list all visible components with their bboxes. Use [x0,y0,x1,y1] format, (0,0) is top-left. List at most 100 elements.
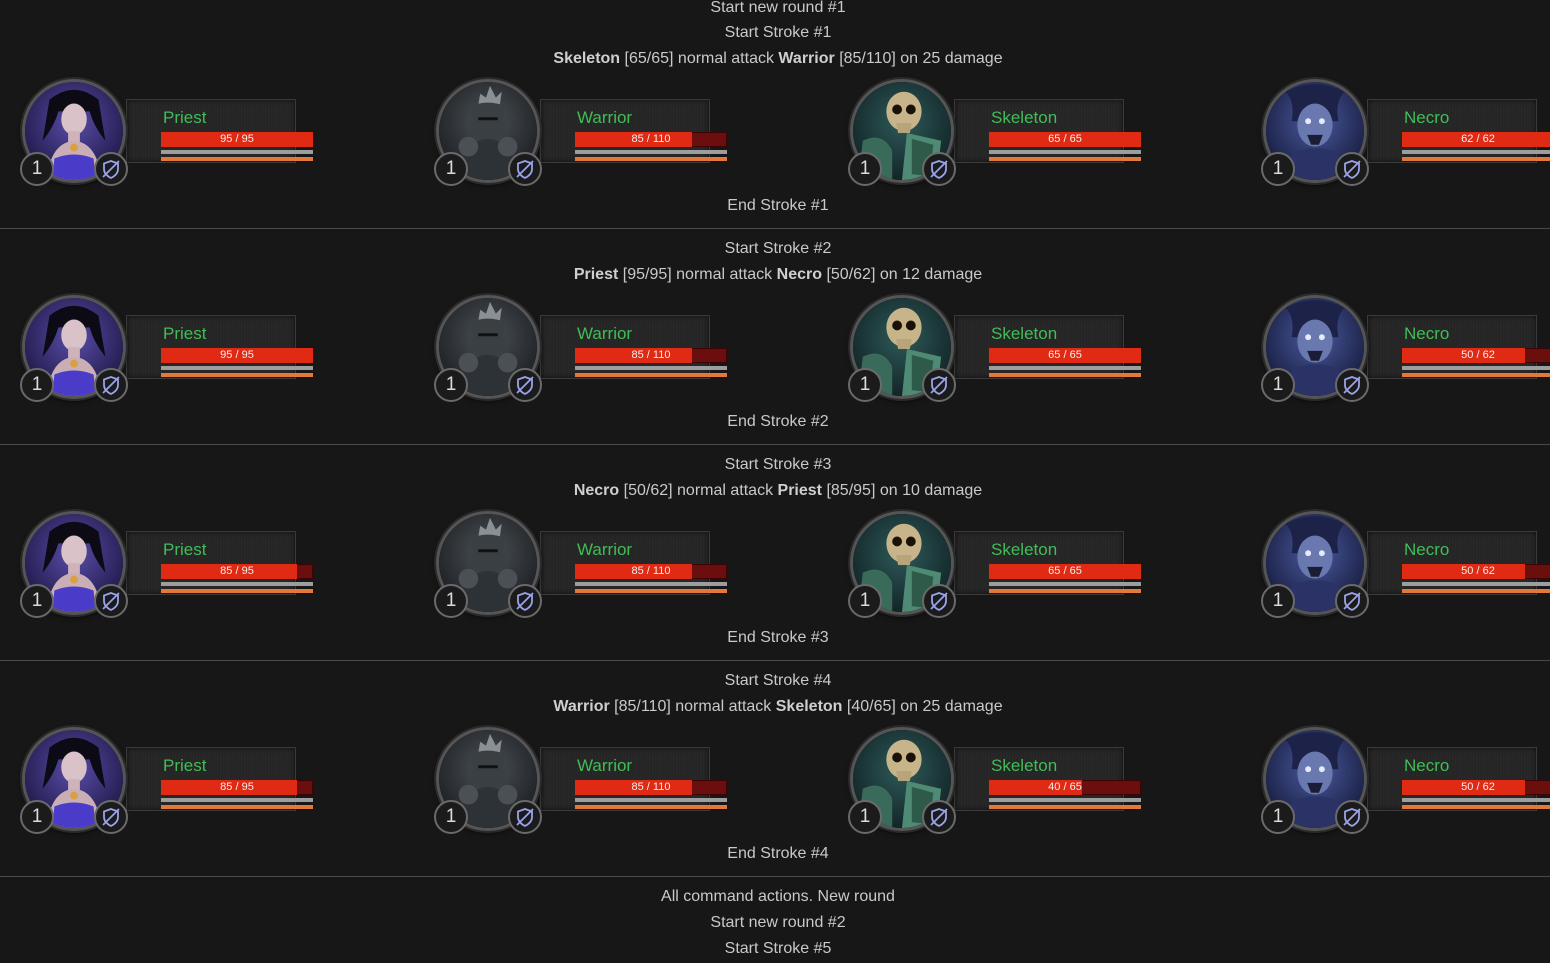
unit-card-priest[interactable]: Priest 95 / 95 1 [20,295,313,405]
mana-bar [989,582,1141,586]
attacker-name: Skeleton [553,50,621,67]
attacker-name: Priest [573,266,619,283]
energy-bar [989,589,1141,593]
unit-card-skeleton[interactable]: Skeleton 65 / 65 1 [848,79,1141,189]
unit-card-necro[interactable]: Necro 50 / 62 1 [1261,295,1550,405]
energy-bar [989,157,1141,161]
stroke-start-line: Start Stroke #4 [724,672,832,689]
separator [0,444,1550,445]
unit-name: Necro [1404,324,1450,343]
hp-text: 85 / 95 [220,781,254,793]
unit-name: Priest [163,108,207,127]
defense-badge[interactable] [922,800,956,834]
energy-bar [989,373,1141,377]
target-name: Warrior [778,50,835,67]
shield-slash-icon [930,808,948,828]
target-name: Priest [777,482,822,499]
stroke-start-line: Start Stroke #3 [724,456,832,473]
shield-slash-icon [102,808,120,828]
unit-info-panel: Skeleton 65 / 65 [954,99,1141,163]
hp-bar: 95 / 95 [161,348,313,363]
unit-card-skeleton[interactable]: Skeleton 65 / 65 1 [848,295,1141,405]
defense-badge[interactable] [508,152,542,186]
defense-badge[interactable] [508,800,542,834]
unit-card-priest[interactable]: Priest 85 / 95 1 [20,511,313,621]
defense-badge[interactable] [1335,800,1369,834]
unit-name: Warrior [577,108,633,127]
shield-slash-icon [516,592,534,612]
stroke-start-line: Start Stroke #2 [724,240,832,257]
defense-badge[interactable] [94,368,128,402]
unit-name: Priest [163,540,207,559]
hp-bar: 62 / 62 [1402,132,1550,147]
mana-bar [161,798,313,802]
defense-badge[interactable] [508,584,542,618]
shield-slash-icon [516,376,534,396]
unit-info-panel: Necro 50 / 62 [1367,315,1550,379]
defense-badge[interactable] [94,152,128,186]
defense-badge[interactable] [922,584,956,618]
mana-bar [989,366,1141,370]
unit-name: Skeleton [991,540,1058,559]
defense-badge[interactable] [922,368,956,402]
hp-bar: 85 / 110 [575,348,727,363]
unit-info-panel: Warrior 85 / 110 [540,531,727,595]
hp-bar: 50 / 62 [1402,564,1550,579]
separator [0,876,1550,877]
attack-line: Priest [95/95] normal attack Necro [50/6… [573,266,983,283]
unit-info-panel: Necro 50 / 62 [1367,747,1550,811]
level-badge: 1 [20,800,54,834]
level-badge: 1 [434,800,468,834]
attacker-name: Warrior [553,698,610,715]
units-row: Priest 85 / 95 1 Warrior 85 / 110 1 Skeleton 40… [0,727,1550,837]
unit-info-panel: Priest 95 / 95 [126,315,313,379]
level-badge: 1 [848,368,882,402]
hp-bar: 85 / 110 [575,780,727,795]
stroke-start-line: Start Stroke #1 [724,24,832,41]
hp-bar: 65 / 65 [989,348,1141,363]
unit-info-panel: Necro 50 / 62 [1367,531,1550,595]
unit-card-skeleton[interactable]: Skeleton 40 / 65 1 [848,727,1141,837]
mana-bar [161,582,313,586]
level-badge: 1 [1261,800,1295,834]
unit-name: Necro [1404,756,1450,775]
unit-name: Priest [163,756,207,775]
unit-card-skeleton[interactable]: Skeleton 65 / 65 1 [848,511,1141,621]
energy-bar [1402,373,1550,377]
defense-badge[interactable] [508,368,542,402]
unit-name: Priest [163,324,207,343]
mana-bar [1402,150,1550,154]
shield-slash-icon [1343,592,1361,612]
level-badge: 1 [848,584,882,618]
hp-bar: 50 / 62 [1402,780,1550,795]
hp-text: 85 / 110 [631,781,671,793]
unit-info-panel: Priest 95 / 95 [126,99,313,163]
unit-card-warrior[interactable]: Warrior 85 / 110 1 [434,295,727,405]
mana-bar [575,798,727,802]
unit-card-necro[interactable]: Necro 50 / 62 1 [1261,511,1550,621]
defense-badge[interactable] [94,800,128,834]
defense-badge[interactable] [1335,584,1369,618]
unit-card-priest[interactable]: Priest 85 / 95 1 [20,727,313,837]
hp-text: 95 / 95 [220,349,254,361]
energy-bar [575,805,727,809]
unit-card-warrior[interactable]: Warrior 85 / 110 1 [434,727,727,837]
defense-badge[interactable] [1335,368,1369,402]
energy-bar [575,589,727,593]
energy-bar [575,157,727,161]
unit-card-necro[interactable]: Necro 62 / 62 1 [1261,79,1550,189]
unit-card-warrior[interactable]: Warrior 85 / 110 1 [434,511,727,621]
energy-bar [575,373,727,377]
unit-card-necro[interactable]: Necro 50 / 62 1 [1261,727,1550,837]
defense-badge[interactable] [94,584,128,618]
units-row: Priest 95 / 95 1 Warrior 85 / 110 1 Skeleton 65… [0,79,1550,189]
hp-bar: 85 / 110 [575,132,727,147]
unit-card-warrior[interactable]: Warrior 85 / 110 1 [434,79,727,189]
mana-bar [1402,582,1550,586]
unit-card-priest[interactable]: Priest 95 / 95 1 [20,79,313,189]
target-name: Skeleton [775,698,843,715]
defense-badge[interactable] [922,152,956,186]
stroke-end-line: End Stroke #3 [727,629,829,646]
defense-badge[interactable] [1335,152,1369,186]
shield-slash-icon [102,592,120,612]
